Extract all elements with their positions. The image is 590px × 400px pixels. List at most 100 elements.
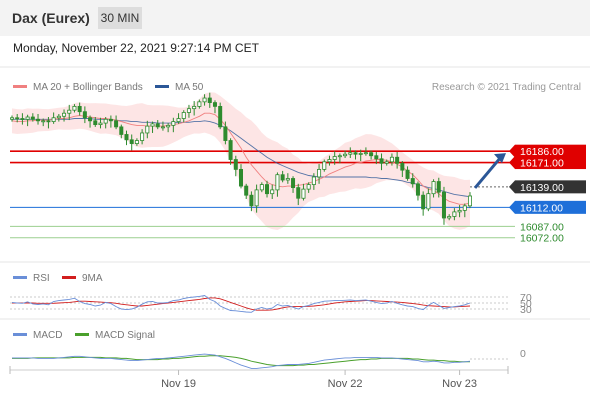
candle-body: [348, 152, 353, 155]
candle-body: [358, 153, 363, 155]
bollinger-band: [12, 92, 470, 230]
candle-body: [379, 158, 384, 164]
candle-body: [41, 120, 46, 123]
candle-body: [51, 117, 56, 122]
candle-body: [88, 117, 93, 122]
macd-tick-0: 0: [520, 348, 526, 360]
candle-body: [150, 123, 155, 127]
candle-body: [296, 187, 301, 199]
ma20-legend-swatch: [13, 85, 27, 88]
candle-body: [389, 156, 394, 163]
candle-body: [238, 168, 243, 187]
candle-body: [327, 159, 332, 163]
level-label-pointer-16139.00: [509, 180, 515, 194]
candle-body: [447, 216, 452, 219]
candle-body: [421, 194, 426, 210]
candle-body: [56, 115, 61, 119]
candle-body: [218, 105, 223, 128]
candle-body: [46, 120, 51, 123]
macd-signal-legend-label: MACD Signal: [95, 330, 155, 341]
candle-body: [244, 185, 249, 196]
x-tick-label: Nov 22: [328, 378, 363, 390]
candle-body: [119, 126, 124, 135]
candle-body: [30, 116, 35, 120]
candle-body: [405, 169, 410, 179]
candle-body: [223, 126, 228, 141]
candle-body: [67, 109, 72, 114]
candle-body: [98, 122, 103, 126]
candle-body: [186, 108, 191, 113]
candle-body: [140, 132, 145, 141]
macd-signal-legend-swatch: [75, 333, 89, 336]
candle-body: [452, 211, 457, 217]
candle-body: [400, 162, 405, 171]
forecast-arrow-layer: [473, 153, 506, 189]
candle-body: [426, 193, 431, 210]
ma50-legend-swatch: [155, 85, 169, 88]
candle-body: [114, 120, 119, 128]
level-label-pointer-16171.00: [509, 156, 515, 170]
candle-body: [72, 105, 77, 111]
level-label-16112.00: 16112.00: [520, 202, 563, 214]
level-label-pointer-16186.00: [509, 144, 515, 158]
candle-body: [171, 121, 176, 126]
candle-body: [301, 188, 306, 199]
candle-body: [134, 140, 139, 144]
candle-body: [233, 159, 238, 170]
rsi-line: [11, 295, 471, 313]
candle-body: [275, 174, 280, 191]
candle-body: [176, 118, 181, 122]
candle-body: [36, 118, 41, 122]
macd-legend-label: MACD: [33, 330, 62, 341]
candle-body: [103, 118, 108, 124]
level-label-pointer-16112.00: [509, 200, 515, 214]
rsi-tick-30: 30: [520, 304, 532, 316]
candle-body: [374, 155, 379, 160]
candle-body: [108, 118, 113, 122]
candle-body: [395, 156, 400, 164]
candle-body: [155, 123, 160, 128]
ma20-legend-label: MA 20 + Bollinger Bands: [33, 82, 143, 93]
price-level-labels: 16186.0016171.0016139.0016112.0016087.00…: [509, 144, 586, 245]
candle-body: [228, 140, 233, 160]
candle-body: [337, 155, 342, 158]
candle-body: [93, 120, 98, 126]
bollinger-band-layer: [12, 92, 470, 230]
candle-body: [384, 161, 389, 164]
candle-body: [9, 117, 14, 120]
candle-body: [265, 184, 270, 195]
candle-body: [291, 178, 296, 189]
candle-body: [332, 156, 337, 160]
candle-body: [212, 102, 217, 107]
rsi-legend-swatch: [13, 276, 27, 279]
candle-body: [129, 139, 134, 144]
candle-body: [20, 118, 25, 120]
candle-body: [77, 105, 82, 113]
copyright-text: Research © 2021 Trading Central: [432, 82, 581, 93]
macd-line: [12, 353, 471, 369]
rsi-ma-legend-swatch: [62, 276, 76, 279]
candle-body: [410, 178, 415, 185]
candle-body: [363, 152, 368, 155]
candle-body: [322, 161, 327, 170]
x-tick-label: Nov 19: [161, 378, 196, 390]
candle-body: [270, 189, 275, 195]
candle-body: [280, 174, 285, 181]
candle-body: [160, 126, 165, 129]
candle-body: [254, 189, 259, 207]
candle-body: [82, 111, 87, 119]
candle-body: [343, 153, 348, 157]
macd-signal-line: [12, 355, 470, 367]
candle-body: [467, 195, 472, 207]
candle-body: [207, 97, 212, 103]
candle-body: [124, 134, 129, 141]
candle-body: [415, 183, 420, 196]
level-label-16139.00: 16139.00: [520, 182, 564, 194]
candle-body: [317, 168, 322, 178]
candle-body: [202, 97, 207, 103]
candle-body: [431, 181, 436, 195]
candle-body: [197, 101, 202, 107]
candle-body: [181, 112, 186, 119]
candle-body: [441, 191, 446, 219]
candle-body: [15, 117, 20, 120]
